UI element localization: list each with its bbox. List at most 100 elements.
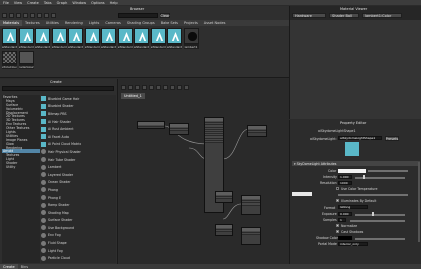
use-color-temp-checkbox[interactable] [336,187,339,190]
create-search-input[interactable] [2,86,114,91]
shape-dropdown[interactable]: Shader Ball [329,13,359,18]
graph-icon-10[interactable] [184,85,189,90]
category-item[interactable]: Utility [2,165,40,169]
exposure-field[interactable]: 0.000 [338,212,352,216]
shader-item[interactable]: Ai Point Cloud Matrix [41,141,116,149]
shape-name-field[interactable]: aiSkydomeLightShape1 [338,136,382,140]
bottom-tab-create[interactable]: Create [0,264,18,269]
node-place2d[interactable] [169,123,189,135]
graph-icon-6[interactable] [156,85,161,90]
exposure-knob[interactable] [372,212,374,216]
material-swatch[interactable] [84,28,100,44]
graph-icon-1[interactable] [121,85,126,90]
menu-help[interactable]: Help [110,1,118,5]
shader-item[interactable]: Ramp Shader [41,201,116,209]
material-swatch[interactable] [18,51,34,64]
shader-item[interactable]: Bitmap PBS [41,110,116,118]
intensity-knob[interactable] [363,175,365,179]
shader-item[interactable]: Surface Shader [41,217,116,225]
graph-icon-5[interactable] [149,85,154,90]
format-dropdown[interactable]: latlong [338,205,368,209]
graph-icon-4[interactable] [142,85,147,90]
toolbar-icon-3[interactable] [16,13,21,18]
node-light-4[interactable] [241,227,261,245]
intensity-field[interactable]: 1.000 [338,175,352,179]
graph-icon-7[interactable] [163,85,168,90]
menu-file[interactable]: File [3,1,9,5]
toolbar-icon-7[interactable] [44,13,49,18]
graph-icon-9[interactable] [177,85,182,90]
color-swatch[interactable] [338,169,366,173]
search-input[interactable] [118,13,158,18]
toolbar-icon-2[interactable] [9,13,14,18]
color-slider[interactable] [368,170,408,172]
menu-options[interactable]: Options [91,1,105,5]
shader-item[interactable]: Particle Cloud [41,254,116,262]
material-swatch[interactable] [150,28,166,44]
material-swatch[interactable] [68,28,83,44]
renderer-dropdown[interactable]: Hardware [292,13,326,18]
shadow-color-slider[interactable] [355,238,405,240]
material-swatch[interactable] [2,51,17,64]
resolution-field[interactable]: 1000 [338,181,352,185]
node-light-2[interactable] [241,195,261,215]
menu-view[interactable]: View [14,1,22,5]
temperature-slider[interactable] [338,194,408,196]
node-light-1[interactable] [215,191,233,203]
graph-icon-2[interactable] [128,85,133,90]
clear-button[interactable]: Clear [160,13,170,18]
temperature-swatch[interactable] [292,192,312,196]
material-swatch[interactable] [18,28,34,44]
material-swatch[interactable] [167,28,182,44]
material-swatch[interactable] [183,28,199,44]
graph-icon-3[interactable] [135,85,140,90]
shader-item[interactable]: Lambert [41,163,116,171]
shader-item[interactable]: Fluid Shape [41,239,116,247]
menu-create[interactable]: Create [27,1,39,5]
exposure-slider[interactable] [355,214,405,216]
normalize-checkbox[interactable] [336,224,339,227]
shader-item[interactable]: Ai Rust Ambient [41,125,116,133]
samples-field[interactable]: 1 [338,218,346,222]
node-file[interactable] [137,121,165,129]
toolbar-icon-6[interactable] [37,13,42,18]
material-swatch[interactable] [35,28,50,44]
shader-item[interactable]: Bluebird Game Hair [41,95,116,103]
shader-item[interactable]: Use Background [41,224,116,232]
shader-item[interactable]: Bluebird Shader [41,103,116,111]
menu-tabs[interactable]: Tabs [44,1,52,5]
shader-item[interactable]: Env Fog [41,232,116,240]
graph-icon-8[interactable] [170,85,175,90]
shader-item[interactable]: Shading Map [41,209,116,217]
shader-item[interactable]: Ai Facet Auto [41,133,116,141]
material-swatch[interactable] [117,28,133,44]
shader-item[interactable]: Phong E [41,194,116,202]
menu-graph[interactable]: Graph [57,1,68,5]
portal-mode-dropdown[interactable]: interior_only [338,242,368,246]
presets-button[interactable]: Presets [385,136,399,141]
shader-item[interactable]: Layered Shader [41,171,116,179]
node-shading-group[interactable] [247,125,267,137]
bottom-tab-bins[interactable]: Bins [18,264,31,269]
material-swatch[interactable] [134,28,149,44]
toolbar-icon-8[interactable] [51,13,56,18]
illuminates-checkbox[interactable] [336,199,339,202]
property-editor-scrollbar[interactable] [418,162,420,242]
shader-item[interactable]: Hair Physical Shader [41,148,116,156]
section-header[interactable]: ▾ SkyDomeLight Attributes [292,161,420,166]
toolbar-icon-1[interactable] [2,13,7,18]
toolbar-icon-4[interactable] [23,13,28,18]
toolbar-icon-5[interactable] [30,13,35,18]
menu-window[interactable]: Window [72,1,86,5]
node-light-3[interactable] [215,224,233,236]
shader-item[interactable]: Hair Tube Shader [41,156,116,164]
material-dropdown[interactable]: lambert1:Color [362,13,402,18]
material-swatch[interactable] [2,28,17,44]
shadow-color-swatch[interactable] [338,236,352,240]
cast-shadows-checkbox[interactable] [336,230,339,233]
shader-item[interactable]: Ai Hair Shader [41,118,116,126]
shader-item[interactable]: Light Fog [41,247,116,255]
material-swatch[interactable] [51,28,67,44]
shader-item[interactable]: Ocean Shader [41,179,116,187]
shader-item[interactable]: Phong [41,186,116,194]
